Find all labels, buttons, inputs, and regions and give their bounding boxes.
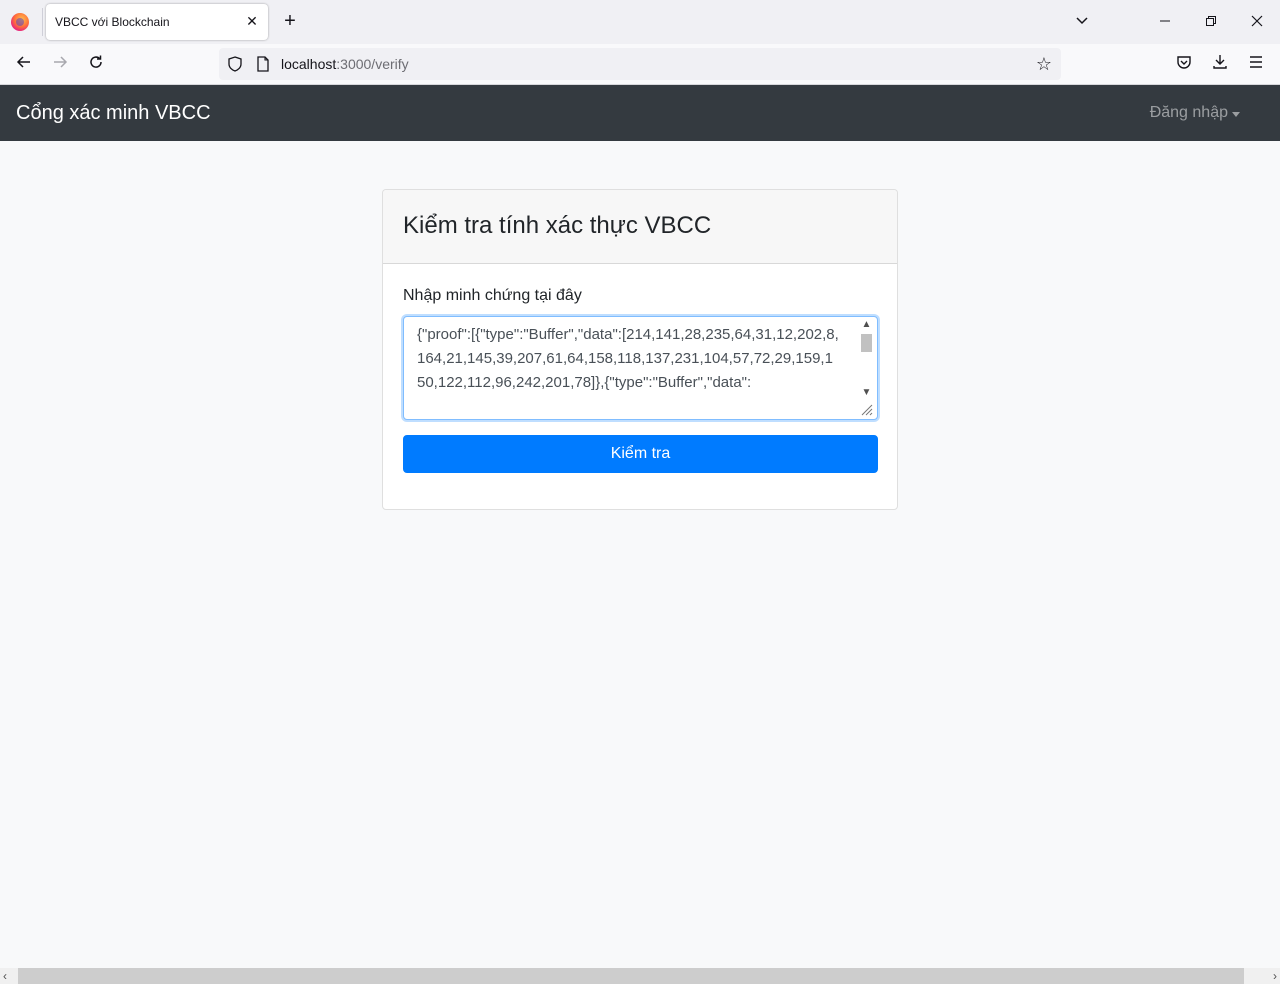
dropdown-caret-icon[interactable] (1232, 112, 1240, 117)
proof-textarea[interactable] (403, 316, 878, 420)
browser-tab[interactable]: VBCC với Blockchain ✕ (46, 4, 268, 40)
page-info-icon[interactable] (256, 56, 270, 72)
url-bar[interactable]: localhost:3000/verify ☆ (219, 48, 1061, 80)
browser-toolbar: localhost:3000/verify ☆ (0, 44, 1280, 85)
hamburger-menu-icon[interactable] (1245, 54, 1267, 76)
resize-grip-icon[interactable] (859, 402, 873, 416)
tab-separator (42, 8, 43, 36)
tracking-shield-icon[interactable] (228, 56, 242, 72)
bookmark-star-icon[interactable]: ☆ (1033, 53, 1055, 75)
proof-label: Nhập minh chứng tại đây (403, 287, 582, 304)
horizontal-scroll-thumb[interactable] (18, 968, 1244, 984)
firefox-logo-icon (11, 13, 29, 31)
browser-tab-bar: VBCC với Blockchain ✕ + (0, 0, 1280, 44)
verify-submit-button[interactable]: Kiểm tra (403, 435, 878, 473)
new-tab-plus-icon[interactable]: + (280, 11, 300, 31)
login-dropdown[interactable]: Đăng nhập (1150, 104, 1228, 122)
verify-card: Kiểm tra tính xác thực VBCC Nhập minh ch… (382, 189, 898, 510)
restore-icon[interactable] (1201, 12, 1221, 32)
list-tabs-chevron-icon[interactable] (1072, 12, 1092, 32)
back-arrow-icon[interactable] (13, 54, 35, 76)
scroll-up-icon[interactable]: ▲ (858, 318, 875, 332)
url-text[interactable]: localhost:3000/verify (281, 56, 409, 72)
scroll-down-icon[interactable]: ▼ (858, 386, 875, 400)
site-navbar: Cổng xác minh VBCC Đăng nhập (0, 85, 1280, 141)
reload-icon[interactable] (85, 54, 107, 76)
url-host: localhost (281, 56, 337, 72)
close-window-icon[interactable] (1247, 12, 1267, 32)
minimize-icon[interactable] (1155, 12, 1175, 32)
scroll-left-icon[interactable]: ‹ (3, 968, 7, 984)
site-brand[interactable]: Cổng xác minh VBCC (16, 102, 211, 125)
horizontal-scrollbar[interactable]: ‹ › (0, 968, 1280, 984)
tab-title: VBCC với Blockchain (55, 15, 170, 29)
scroll-thumb[interactable] (861, 334, 872, 352)
pocket-icon[interactable] (1173, 54, 1195, 76)
forward-arrow-icon[interactable] (49, 54, 71, 76)
downloads-icon[interactable] (1209, 54, 1231, 76)
url-path: :3000/verify (336, 56, 409, 72)
card-header: Kiểm tra tính xác thực VBCC (383, 190, 897, 264)
card-title: Kiểm tra tính xác thực VBCC (403, 212, 712, 239)
scroll-right-icon[interactable]: › (1273, 968, 1277, 984)
close-icon[interactable]: ✕ (244, 13, 260, 29)
